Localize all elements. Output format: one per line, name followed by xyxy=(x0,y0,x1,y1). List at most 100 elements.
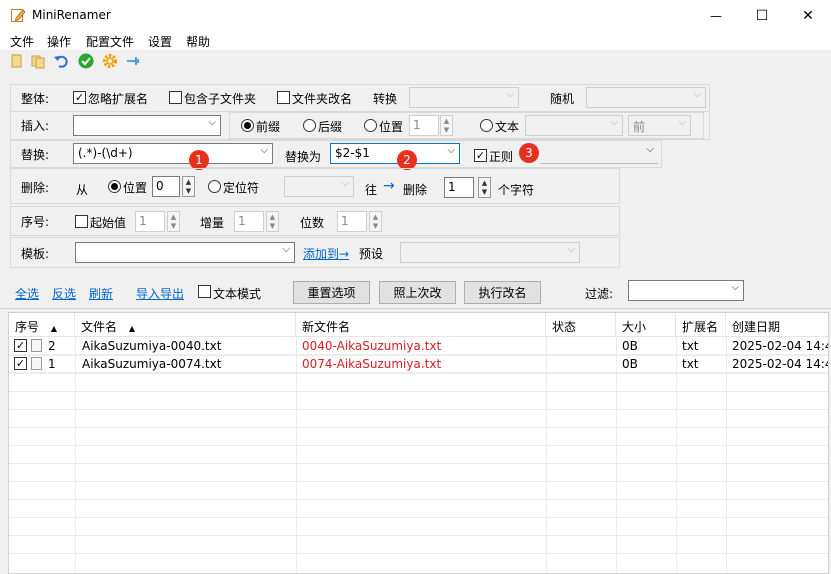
sequence-label: 序号: xyxy=(21,215,50,229)
regex-option-select[interactable]: ⌵ xyxy=(515,143,658,164)
file-list[interactable]: 序号 ▲ 文件名 ▲ 新文件名 状态 大小 扩展名 创建日期 ✓ 2 AikaS… xyxy=(8,312,829,574)
col-created[interactable]: 创建日期 xyxy=(726,313,828,337)
folder-rename-checkbox[interactable] xyxy=(277,91,290,104)
template-select[interactable]: ⌵ xyxy=(75,242,295,263)
row-ext: txt xyxy=(682,339,699,353)
toward-label: 往 xyxy=(365,183,378,197)
add-file-icon[interactable] xyxy=(8,53,24,69)
last-change-button[interactable]: 照上次改 xyxy=(379,281,456,304)
pin-icon[interactable] xyxy=(125,53,141,69)
undo-icon[interactable] xyxy=(53,53,69,69)
filter-select[interactable]: ⌵ xyxy=(628,280,744,301)
ok-check-icon[interactable] xyxy=(78,53,94,69)
menu-profile[interactable]: 配置文件 xyxy=(86,33,134,50)
col-size[interactable]: 大小 xyxy=(616,313,676,337)
insert-text-label: 文本 xyxy=(495,120,520,134)
insert-text-select[interactable]: ⌵ xyxy=(73,115,221,136)
reset-button[interactable]: 重置选项 xyxy=(293,281,370,304)
row-created: 2025-02-04 14:47 xyxy=(732,357,828,371)
row-ext: txt xyxy=(682,357,699,371)
insert-text-radio[interactable] xyxy=(480,119,493,132)
minimize-button[interactable]: — xyxy=(693,0,739,31)
menu-file[interactable]: 文件 xyxy=(10,33,34,50)
add-to-link[interactable]: 添加到→ xyxy=(303,245,349,262)
refresh-link[interactable]: 刷新 xyxy=(89,285,113,302)
notepad-edit-icon xyxy=(10,7,26,23)
row-filename: AikaSuzumiya-0040.txt xyxy=(82,339,222,353)
chevron-down-icon: ⌵ xyxy=(341,178,349,189)
ignore-ext-label: 忽略扩展名 xyxy=(88,92,149,106)
digits-spinner[interactable]: ▲ ▼ xyxy=(369,211,382,232)
menu-help[interactable]: 帮助 xyxy=(186,33,210,50)
delete-position-radio[interactable] xyxy=(108,180,121,193)
start-label: 起始值 xyxy=(90,216,127,230)
invert-link[interactable]: 反选 xyxy=(52,285,76,302)
close-icon: ✕ xyxy=(802,7,814,24)
start-input[interactable]: 1 xyxy=(135,211,165,232)
select-all-link[interactable]: 全选 xyxy=(15,285,39,302)
suffix-label: 后缀 xyxy=(318,120,343,134)
table-row[interactable]: ✓ 1 AikaSuzumiya-0074.txt 0074-AikaSuzum… xyxy=(9,355,828,373)
insert-position-label: 位置 xyxy=(379,120,404,134)
ignore-ext-checkbox[interactable]: ✓ xyxy=(73,91,86,104)
add-folder-icon[interactable] xyxy=(30,53,46,69)
text-mode-checkbox[interactable] xyxy=(198,285,211,298)
col-seq-label: 序号 xyxy=(15,320,40,334)
settings-gear-icon[interactable] xyxy=(102,53,118,69)
convert-select[interactable]: ⌵ xyxy=(409,87,519,108)
close-button[interactable]: ✕ xyxy=(785,0,831,31)
col-seq[interactable]: 序号 ▲ xyxy=(9,313,75,337)
insert-text-pos-select[interactable]: 前 ⌵ xyxy=(628,115,691,136)
maximize-button[interactable]: ☐ xyxy=(739,0,785,31)
col-ext-label: 扩展名 xyxy=(682,320,719,334)
random-label: 随机 xyxy=(550,92,575,106)
replace-with-select[interactable]: $2-$1 ⌵ xyxy=(330,143,460,164)
increment-input[interactable]: 1 xyxy=(234,211,264,232)
chevron-down-icon: ⌵ xyxy=(567,244,575,255)
row-created: 2025-02-04 14:47 xyxy=(732,339,828,353)
table-row[interactable]: ✓ 2 AikaSuzumiya-0040.txt 0040-AikaSuzum… xyxy=(9,337,828,355)
locator-radio[interactable] xyxy=(208,180,221,193)
start-spinner[interactable]: ▲ ▼ xyxy=(167,211,180,232)
menu-operation[interactable]: 操作 xyxy=(47,33,71,50)
regex-option-underline xyxy=(540,163,658,164)
regex-checkbox[interactable]: ✓ xyxy=(474,149,487,162)
col-status[interactable]: 状态 xyxy=(546,313,616,337)
chevron-down-icon: ⌵ xyxy=(260,145,268,156)
insert-position-radio[interactable] xyxy=(364,119,377,132)
menu-settings[interactable]: 设置 xyxy=(148,33,172,50)
col-ext[interactable]: 扩展名 xyxy=(676,313,726,337)
digits-label: 位数 xyxy=(300,216,325,230)
row-checkbox[interactable]: ✓ xyxy=(14,339,27,352)
direction-arrow-icon[interactable]: → xyxy=(383,178,395,194)
locator-select[interactable]: ⌵ xyxy=(284,176,354,197)
delete-count-input[interactable]: 1 xyxy=(444,177,474,198)
delete-count-spinner[interactable]: ▲ ▼ xyxy=(478,177,491,198)
insert-text-value-select[interactable]: ⌵ xyxy=(525,115,623,136)
preset-select[interactable]: ⌵ xyxy=(400,242,580,263)
row-newname: 0074-AikaSuzumiya.txt xyxy=(302,357,442,371)
start-checkbox[interactable] xyxy=(75,215,88,228)
import-export-link[interactable]: 导入导出 xyxy=(136,285,184,302)
increment-spinner[interactable]: ▲ ▼ xyxy=(266,211,279,232)
delete-position-input[interactable]: 0 xyxy=(152,176,180,197)
grid-line xyxy=(9,409,828,410)
include-sub-checkbox[interactable] xyxy=(169,91,182,104)
prefix-radio[interactable] xyxy=(241,119,254,132)
include-sub-label: 包含子文件夹 xyxy=(184,92,257,106)
execute-button[interactable]: 执行改名 xyxy=(464,281,541,304)
delete-position-spinner[interactable]: ▲ ▼ xyxy=(182,176,195,197)
row-checkbox[interactable]: ✓ xyxy=(14,357,27,370)
insert-position-input[interactable]: 1 xyxy=(409,115,439,136)
replace-pattern-select[interactable]: (.*)-(\d+) ⌵ xyxy=(73,143,273,164)
col-filename[interactable]: 文件名 ▲ xyxy=(75,313,296,337)
col-newname[interactable]: 新文件名 xyxy=(296,313,546,337)
random-select[interactable]: ⌵ xyxy=(586,87,706,108)
window-title: MiniRenamer xyxy=(32,8,111,22)
grid-line xyxy=(9,391,828,392)
chevron-down-icon: ⌵ xyxy=(646,144,654,155)
insert-position-spinner[interactable]: ▲ ▼ xyxy=(440,115,453,136)
digits-input[interactable]: 1 xyxy=(337,211,367,232)
suffix-radio[interactable] xyxy=(303,119,316,132)
chevron-down-icon: ⌵ xyxy=(506,89,514,100)
